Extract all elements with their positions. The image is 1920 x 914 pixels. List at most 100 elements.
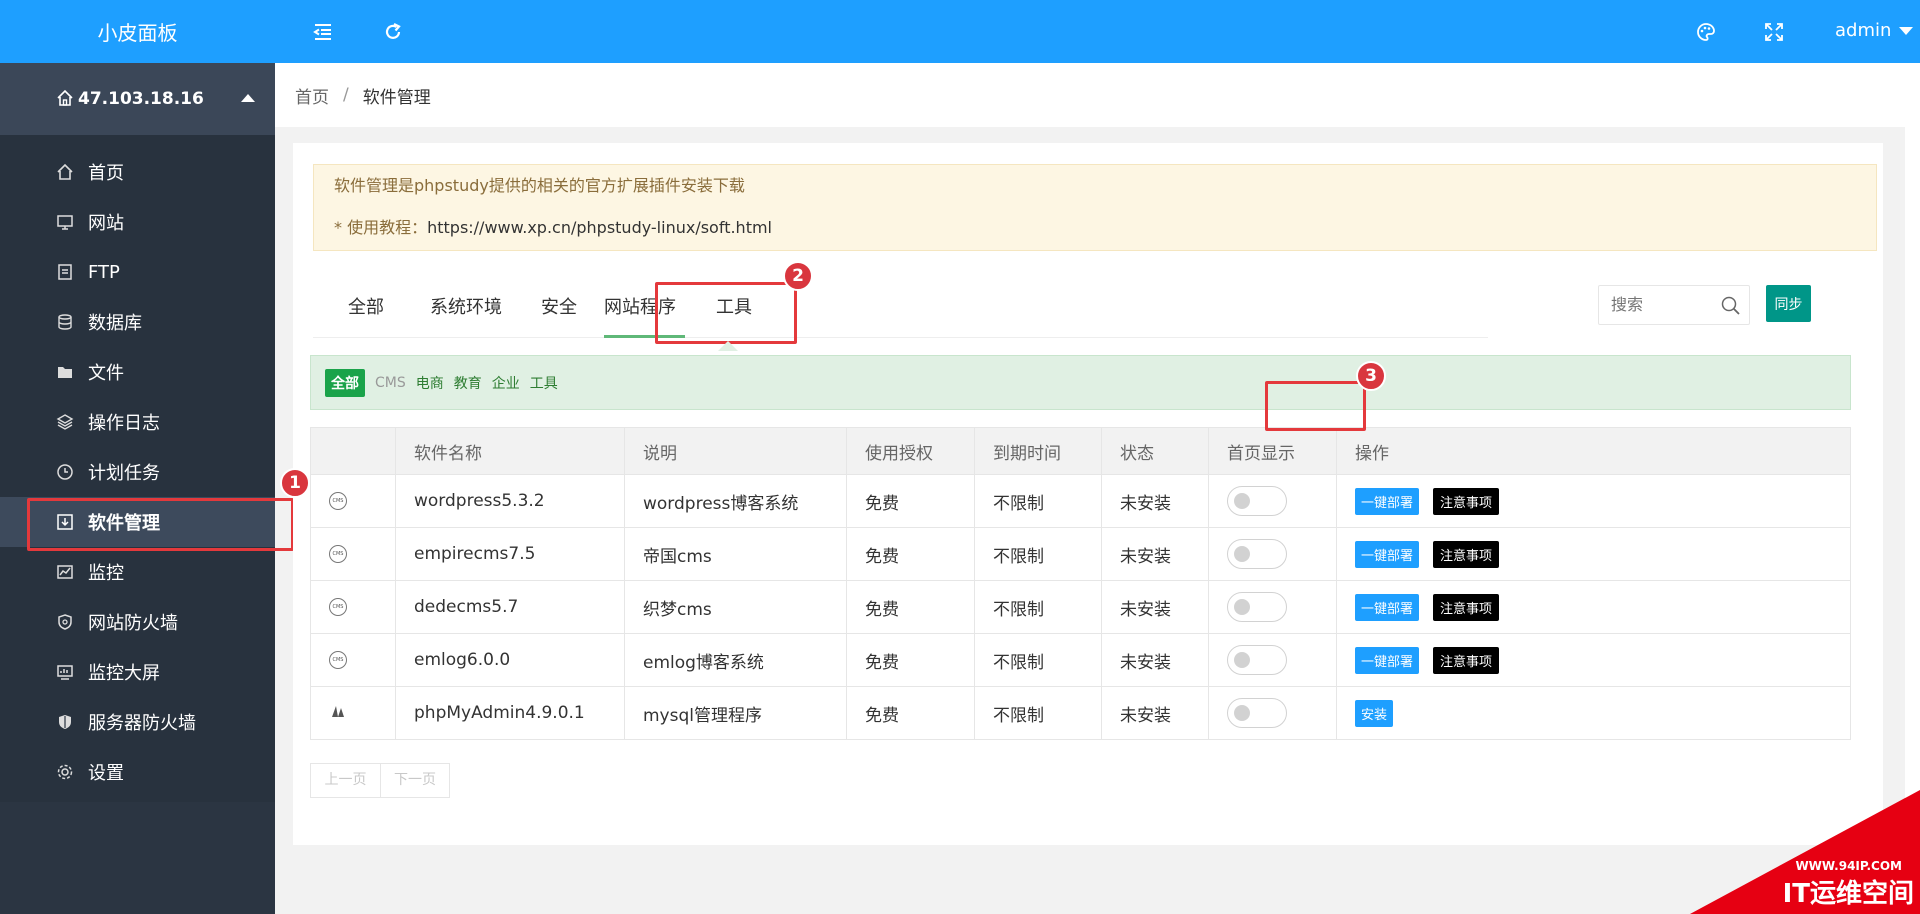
actions-cell: 一键部署 注意事项 xyxy=(1336,474,1851,528)
username: admin xyxy=(1835,20,1892,41)
deploy-button[interactable]: 一键部署 xyxy=(1355,487,1420,515)
col-status: 状态 xyxy=(1101,427,1209,475)
search-input[interactable] xyxy=(1599,286,1709,322)
actions-cell: 一键部署 注意事项 xyxy=(1336,580,1851,634)
server-selector[interactable]: 47.103.18.16 xyxy=(0,63,275,135)
software-desc: mysql管理程序 xyxy=(624,686,847,740)
home-icon xyxy=(57,163,73,180)
software-license: 免费 xyxy=(846,580,975,634)
sync-button[interactable]: 同步 xyxy=(1766,285,1811,322)
install-button[interactable]: 安装 xyxy=(1355,699,1394,727)
chevron-down-icon xyxy=(1899,26,1914,35)
toggle-knob xyxy=(1234,599,1250,615)
sidebar-item-5[interactable]: 文件 xyxy=(0,347,275,397)
software-status: 未安装 xyxy=(1101,580,1209,634)
watermark-text: IT运维空间 xyxy=(1783,878,1914,909)
sidebar-item-2[interactable]: 网站 xyxy=(0,197,275,247)
cms-logo-icon: CMS xyxy=(329,598,347,616)
cms-logo-icon: CMS xyxy=(329,545,347,563)
table-row: CMS emlog6.0.0 emlog博客系统 免费 不限制 未安装 一键部署 注意事项 xyxy=(310,633,1851,687)
notes-button[interactable]: 注意事项 xyxy=(1433,646,1500,674)
watermark-url: WWW.94IP.COM xyxy=(1795,859,1902,873)
software-desc: emlog博客系统 xyxy=(624,633,847,687)
homepage-cell xyxy=(1208,686,1337,740)
sidebar-item-label: 数据库 xyxy=(88,313,142,334)
icon-cell: CMS xyxy=(310,527,396,581)
software-expire: 不限制 xyxy=(974,686,1102,740)
sidebar-item-10[interactable]: 网站防火墙 xyxy=(0,597,275,647)
software-status: 未安装 xyxy=(1101,527,1209,581)
homepage-toggle[interactable] xyxy=(1227,592,1287,622)
tab-all[interactable]: 全部 xyxy=(348,273,384,338)
callout-2: 2 xyxy=(783,261,813,291)
sidebar-item-4[interactable]: 数据库 xyxy=(0,297,275,347)
actions-cell: 安装 xyxy=(1336,686,1851,740)
deploy-button[interactable]: 一键部署 xyxy=(1355,593,1420,621)
sidebar-item-3[interactable]: FTP xyxy=(0,247,275,297)
caret-up-icon[interactable] xyxy=(241,94,255,102)
breadcrumb-home[interactable]: 首页 xyxy=(295,83,329,108)
icon-cell: CMS xyxy=(310,474,396,528)
sidebar-item-label: 首页 xyxy=(88,163,124,184)
toggle-knob xyxy=(1234,546,1250,562)
homepage-toggle[interactable] xyxy=(1227,645,1287,675)
sidebar-item-label: 操作日志 xyxy=(88,413,160,434)
user-menu[interactable]: admin xyxy=(1835,20,1914,41)
menu-collapse-icon[interactable] xyxy=(312,21,334,43)
software-expire: 不限制 xyxy=(974,580,1102,634)
homepage-toggle[interactable] xyxy=(1227,698,1287,728)
sidebar-item-12[interactable]: 服务器防火墙 xyxy=(0,697,275,747)
sidebar-item-label: 设置 xyxy=(88,763,124,784)
software-desc: wordpress博客系统 xyxy=(624,474,847,528)
software-status: 未安装 xyxy=(1101,686,1209,740)
breadcrumb-current: 软件管理 xyxy=(362,87,431,108)
tutorial-link[interactable]: https://www.xp.cn/phpstudy-linux/soft.ht… xyxy=(427,218,772,237)
sidebar-item-11[interactable]: 监控大屏 xyxy=(0,647,275,697)
sidebar-item-6[interactable]: 操作日志 xyxy=(0,397,275,447)
tutorial-prefix: * 使用教程： xyxy=(334,218,428,237)
sidebar-item-label: 监控 xyxy=(88,563,124,584)
sidebar-item-label: 监控大屏 xyxy=(88,663,160,684)
tab-system-env[interactable]: 系统环境 xyxy=(430,273,502,338)
deploy-highlight-box xyxy=(1265,381,1366,431)
callout-1: 1 xyxy=(280,468,310,498)
refresh-icon[interactable] xyxy=(382,21,404,43)
software-name: empirecms7.5 xyxy=(395,527,625,581)
notes-button[interactable]: 注意事项 xyxy=(1433,540,1500,568)
cms-logo-icon: CMS xyxy=(329,492,347,510)
sidebar-item-label: 服务器防火墙 xyxy=(88,713,196,734)
server-ip: 47.103.18.16 xyxy=(78,89,204,109)
fullscreen-icon[interactable] xyxy=(1763,21,1785,43)
sidebar-item-9[interactable]: 监控 xyxy=(0,547,275,597)
homepage-toggle[interactable] xyxy=(1227,486,1287,516)
scroll-gutter xyxy=(1905,63,1920,914)
shield-icon xyxy=(58,614,72,630)
notice-line-1: 软件管理是phpstudy提供的相关的官方扩展插件安装下载 xyxy=(334,176,745,195)
sidebar-item-8[interactable]: 软件管理 xyxy=(0,497,294,551)
watermark-logo: WWW.94IP.COM IT运维空间 xyxy=(1690,790,1920,914)
software-status: 未安装 xyxy=(1101,633,1209,687)
layers-icon xyxy=(56,414,74,430)
sidebar-menu: 首页网站 FTP 数据库文件操作日志计划任务 软件管理监控网站防火墙监控大屏服务器防火… xyxy=(0,135,294,802)
sidebar-item-7[interactable]: 计划任务 xyxy=(0,447,275,497)
software-table: 软件名称 说明 使用授权 到期时间 状态 首页显示 操作 CMS wordpres… xyxy=(310,427,1851,740)
homepage-toggle[interactable] xyxy=(1227,539,1287,569)
theme-palette-icon[interactable] xyxy=(1695,21,1717,43)
software-expire: 不限制 xyxy=(974,527,1102,581)
search-icon[interactable] xyxy=(1721,296,1741,316)
sidebar-item-13[interactable]: 设置 xyxy=(0,747,275,797)
tab-security[interactable]: 安全 xyxy=(541,273,577,338)
software-expire: 不限制 xyxy=(974,633,1102,687)
cms-logo-icon: CMS xyxy=(329,651,347,669)
col-desc: 说明 xyxy=(624,427,847,475)
notes-button[interactable]: 注意事项 xyxy=(1433,593,1500,621)
callout-3: 3 xyxy=(1356,361,1386,391)
toggle-knob xyxy=(1234,705,1250,721)
brand-title[interactable]: 小皮面板 xyxy=(0,0,275,63)
notes-button[interactable]: 注意事项 xyxy=(1433,487,1500,515)
table-row: CMS empirecms7.5 帝国cms 免费 不限制 未安装 一键部署 注意事项 xyxy=(310,527,1851,581)
sidebar-item-1[interactable]: 首页 xyxy=(0,147,275,197)
deploy-button[interactable]: 一键部署 xyxy=(1355,540,1420,568)
deploy-button[interactable]: 一键部署 xyxy=(1355,646,1420,674)
col-icon xyxy=(310,427,396,475)
